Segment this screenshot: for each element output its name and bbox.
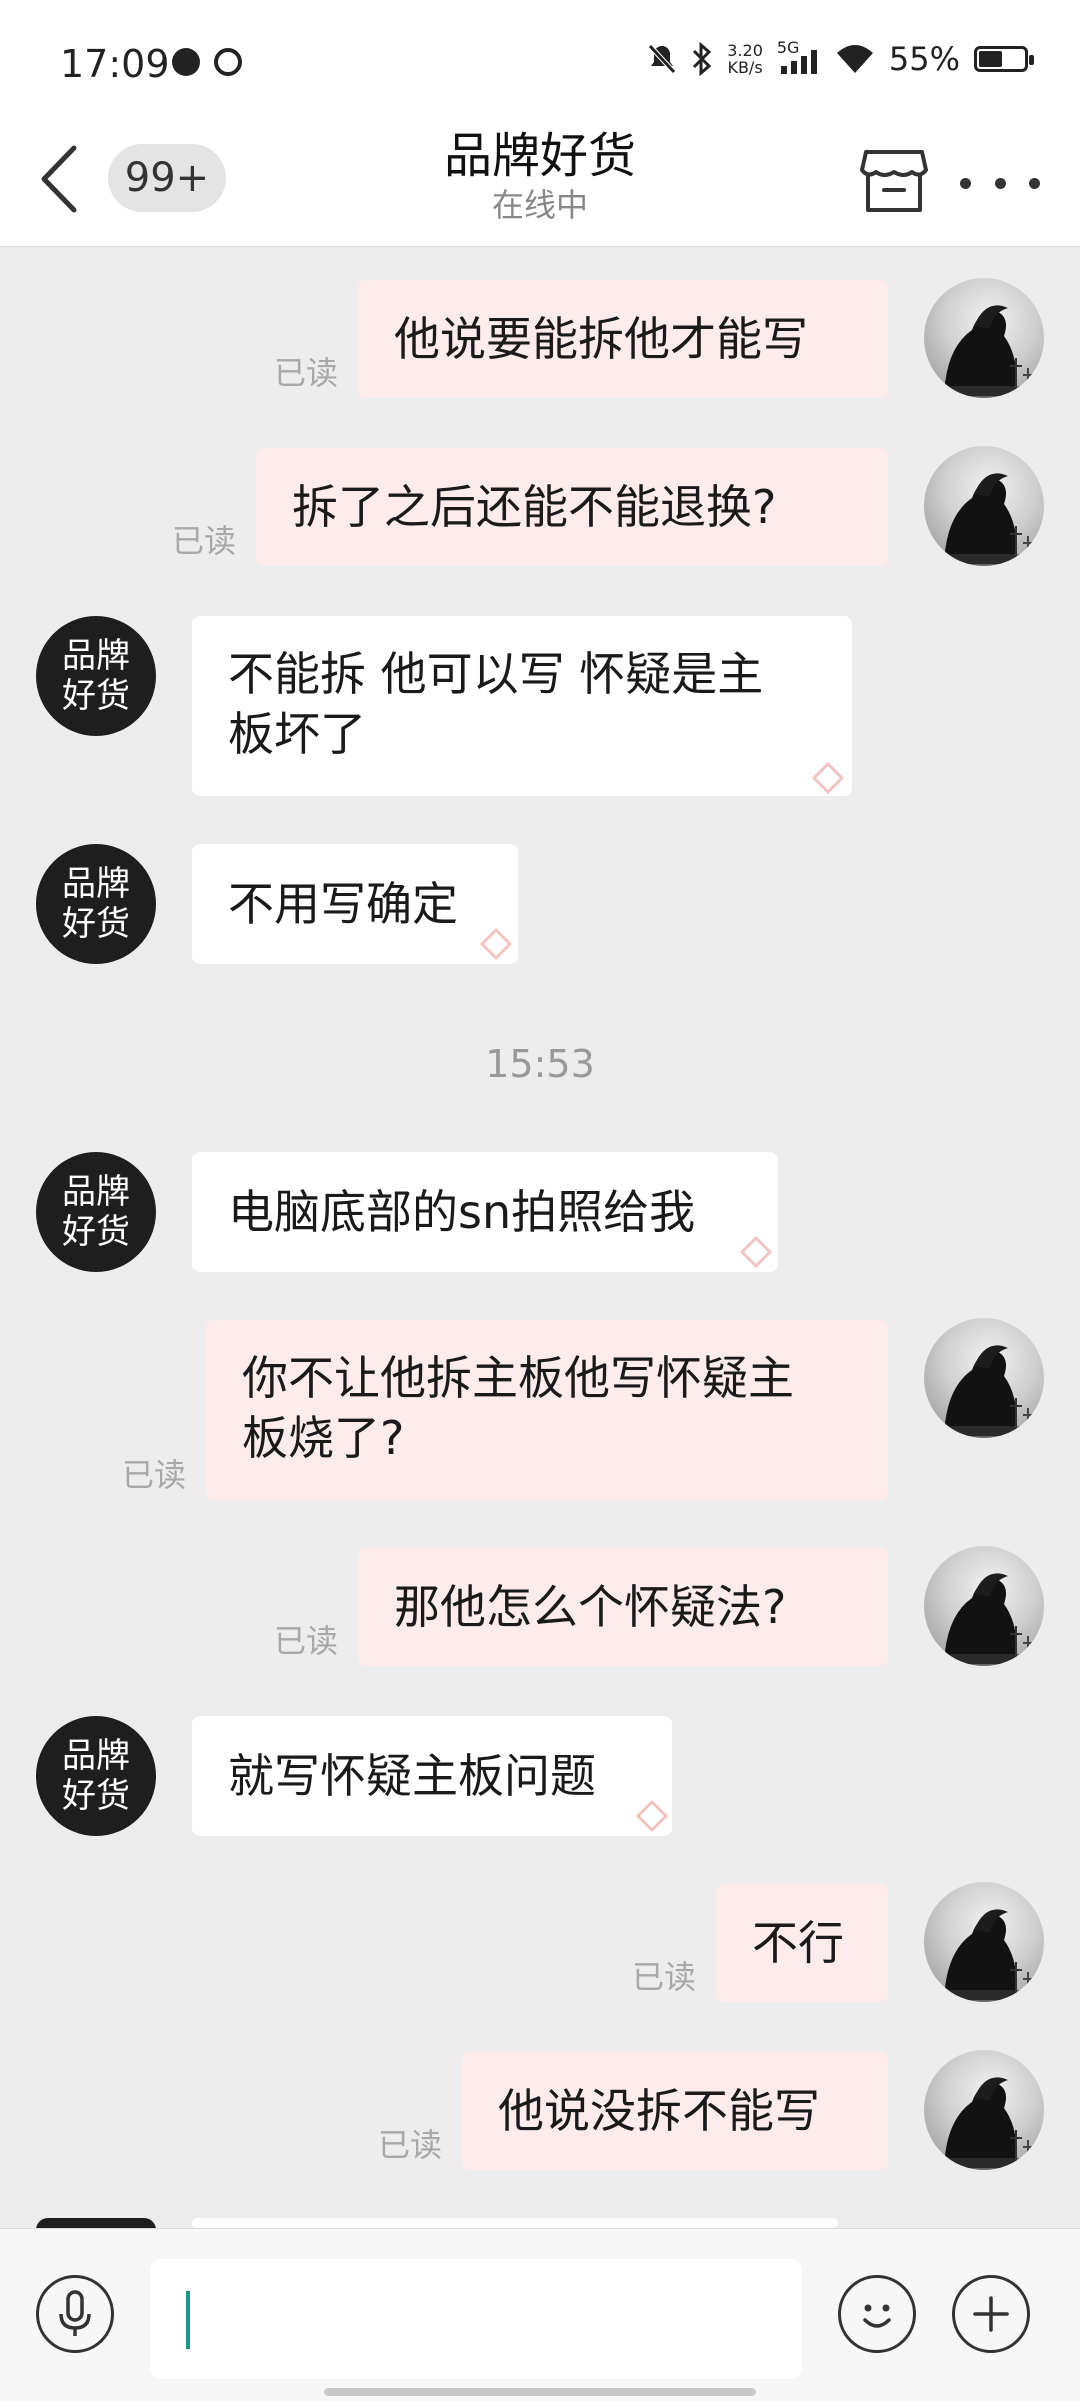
read-receipt: 已读	[274, 1622, 339, 1660]
outgoing-message[interactable]: 你不让他拆主板他写怀疑主 板烧了?	[206, 1320, 888, 1500]
microphone-icon	[59, 2290, 91, 2336]
shop-avatar-text: 品牌	[62, 636, 130, 676]
shop-avatar-text: 好货	[62, 904, 130, 944]
user-avatar-image	[924, 473, 1044, 566]
location-icon	[172, 48, 200, 76]
shop-avatar[interactable]: 品牌 好货	[36, 1716, 156, 1836]
status-time: 17:09	[60, 42, 170, 86]
flag-icon	[739, 1235, 773, 1269]
store-button[interactable]	[858, 144, 930, 216]
network-type: 5G	[776, 38, 800, 57]
incoming-message[interactable]: 不用写确定	[192, 844, 518, 964]
incoming-message[interactable]: 就写怀疑主板问题	[192, 1716, 672, 1836]
user-avatar-image	[924, 305, 1044, 398]
message-text: 板坏了	[228, 707, 366, 761]
message-text: 那他怎么个怀疑法?	[394, 1580, 787, 1634]
flag-icon	[635, 1799, 669, 1833]
incoming-message[interactable]	[192, 2218, 838, 2228]
user-avatar[interactable]	[924, 1318, 1044, 1438]
wifi-icon	[836, 45, 873, 73]
net-speed-unit: KB/s	[727, 58, 763, 77]
flag-icon	[811, 761, 845, 795]
shop-avatar[interactable]: 品牌 好货	[36, 1152, 156, 1272]
user-avatar-image	[924, 1573, 1044, 1666]
user-avatar-image	[924, 1909, 1044, 2002]
plus-icon	[973, 2296, 1009, 2332]
message-text: 就写怀疑主板问题	[228, 1749, 596, 1803]
shop-avatar[interactable]: 品牌 好货	[36, 844, 156, 964]
message-text: 他说要能拆他才能写	[394, 312, 808, 366]
message-text: 不行	[752, 1916, 844, 1970]
voice-button[interactable]	[36, 2275, 114, 2353]
message-text: 他说没拆不能写	[498, 2084, 820, 2138]
user-avatar[interactable]	[924, 1546, 1044, 1666]
emoji-button[interactable]	[838, 2275, 916, 2353]
home-indicator[interactable]	[324, 2388, 756, 2396]
outgoing-message[interactable]: 那他怎么个怀疑法?	[358, 1548, 888, 1666]
chat-header: 99+ 品牌好货 在线中	[0, 108, 1080, 247]
input-bar	[0, 2228, 1080, 2401]
user-avatar-image	[924, 2077, 1044, 2170]
message-text: 拆了之后还能不能退换?	[292, 480, 777, 534]
mute-icon	[648, 44, 677, 74]
battery-icon	[974, 46, 1034, 72]
shop-avatar-text: 品牌	[62, 1736, 130, 1776]
store-icon	[860, 150, 928, 212]
message-text: 不能拆 他可以写 怀疑是主	[228, 647, 764, 701]
status-bar: 17:09 3.20 KB/s 5G 55%	[0, 0, 1080, 108]
plus-button[interactable]	[952, 2275, 1030, 2353]
more-icon	[960, 177, 971, 189]
outgoing-message[interactable]: 不行	[716, 1884, 888, 2002]
message-text: 你不让他拆主板他写怀疑主	[242, 1351, 794, 1405]
user-avatar[interactable]	[924, 1882, 1044, 2002]
flag-icon	[479, 927, 513, 961]
message-text: 不用写确定	[228, 877, 458, 931]
incoming-message[interactable]: 不能拆 他可以写 怀疑是主 板坏了	[192, 616, 852, 796]
user-avatar-image	[924, 1345, 1044, 1438]
message-input[interactable]	[150, 2259, 802, 2379]
shop-avatar-text: 品牌	[62, 864, 130, 904]
shop-avatar[interactable]: 品牌 好货	[36, 616, 156, 736]
shop-avatar-text: 品牌	[62, 1172, 130, 1212]
outgoing-message[interactable]: 拆了之后还能不能退换?	[256, 448, 888, 566]
shop-avatar-text: 好货	[62, 1776, 130, 1816]
user-avatar[interactable]	[924, 446, 1044, 566]
read-receipt: 已读	[632, 1958, 697, 1996]
read-receipt: 已读	[378, 2126, 443, 2164]
net-speed-value: 3.20	[727, 41, 763, 60]
more-button[interactable]	[960, 158, 1040, 208]
message-text: 板烧了?	[242, 1411, 405, 1465]
read-receipt: 已读	[172, 522, 237, 560]
shop-avatar-text: 好货	[62, 676, 130, 716]
user-avatar[interactable]	[924, 2050, 1044, 2170]
incoming-message[interactable]: 电脑底部的sn拍照给我	[192, 1152, 778, 1272]
text-cursor	[186, 2291, 190, 2349]
bluetooth-icon	[693, 42, 712, 76]
message-timestamp: 15:53	[485, 1042, 595, 1086]
user-avatar[interactable]	[924, 278, 1044, 398]
outgoing-message[interactable]: 他说没拆不能写	[462, 2052, 888, 2170]
timer-icon	[214, 48, 242, 76]
shop-avatar-text: 好货	[62, 1212, 130, 1252]
emoji-icon	[863, 2304, 891, 2328]
outgoing-message[interactable]: 他说要能拆他才能写	[358, 280, 888, 398]
read-receipt: 已读	[122, 1456, 187, 1494]
battery-percent: 55%	[888, 40, 960, 78]
read-receipt: 已读	[274, 354, 339, 392]
message-text: 电脑底部的sn拍照给我	[228, 1185, 696, 1239]
